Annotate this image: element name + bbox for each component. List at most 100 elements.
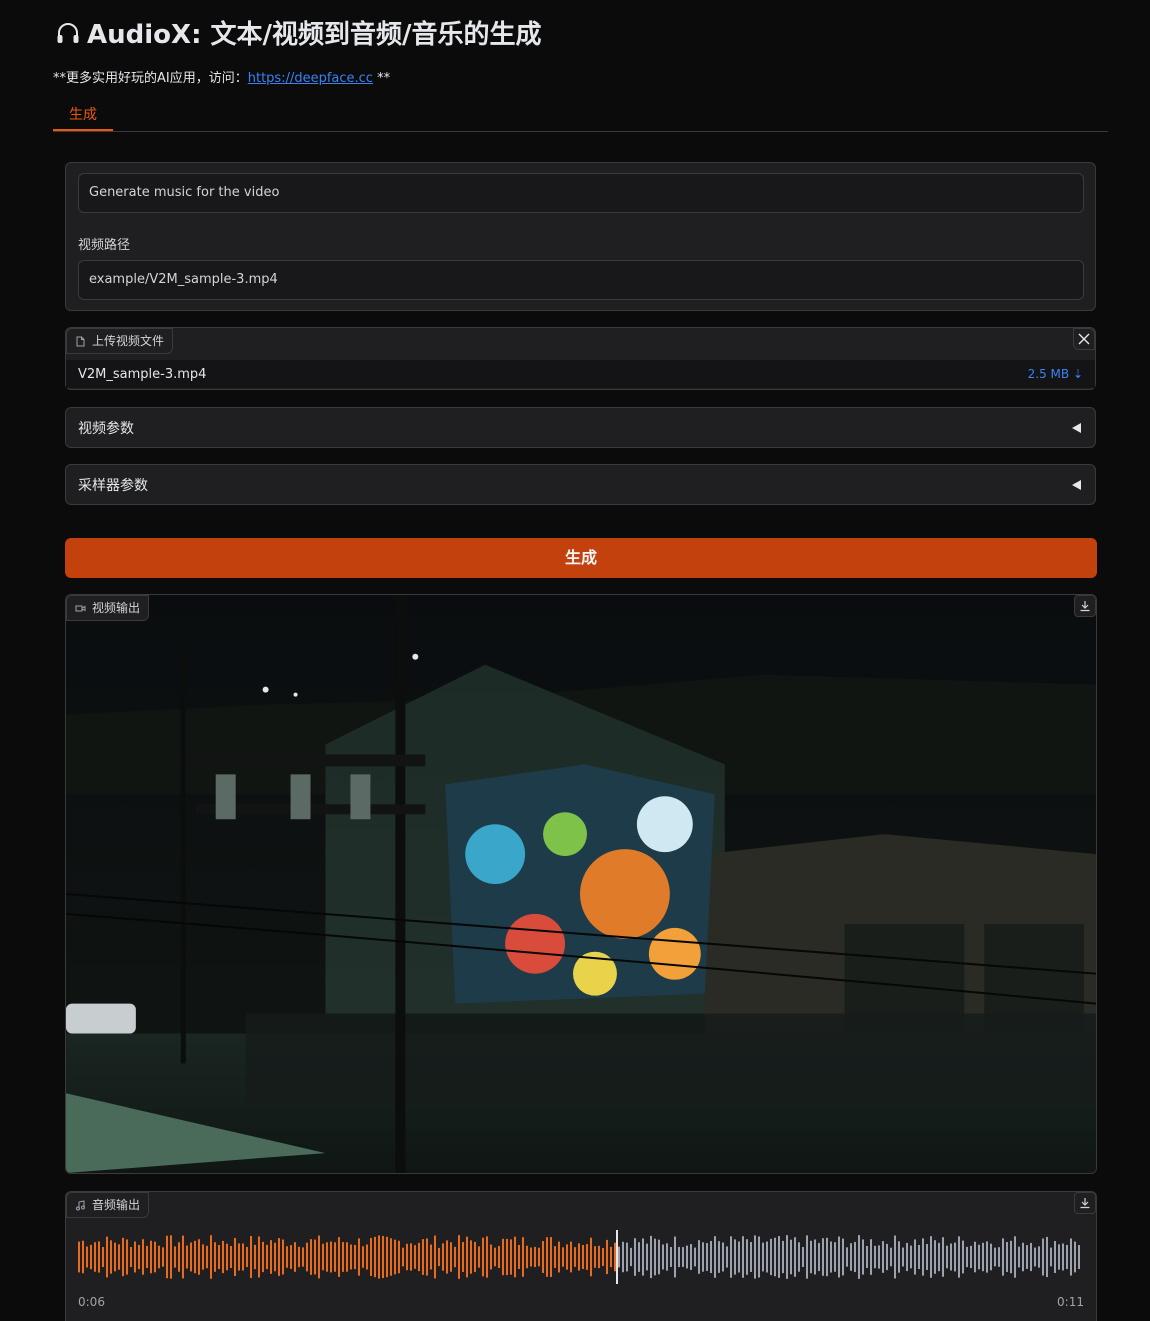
waveform-bar xyxy=(386,1236,388,1278)
waveform-bar xyxy=(886,1243,888,1271)
page-title: AudioX: 文本/视频到音频/音乐的生成 xyxy=(55,14,542,51)
waveform-bar xyxy=(798,1242,800,1272)
waveform-bar xyxy=(226,1243,228,1271)
waveform-bar xyxy=(230,1246,232,1268)
waveform-bar xyxy=(578,1243,580,1271)
waveform-bar xyxy=(822,1238,824,1276)
audio-output-label: 音频输出 xyxy=(92,1198,141,1212)
waveform-bar xyxy=(366,1244,368,1270)
waveform-bar xyxy=(682,1247,684,1267)
audio-download-button[interactable] xyxy=(1074,1192,1096,1214)
waveform-bar xyxy=(918,1244,920,1270)
video-path-label: 视频路径 xyxy=(78,238,131,253)
waveform-bar xyxy=(698,1240,700,1274)
waveform-bar xyxy=(518,1245,520,1269)
waveform-bar xyxy=(1054,1241,1056,1273)
waveform-bar xyxy=(746,1239,748,1275)
waveform-bar xyxy=(250,1235,252,1279)
waveform-bar xyxy=(958,1236,960,1278)
waveform-bar xyxy=(666,1243,668,1271)
clear-upload-button[interactable] xyxy=(1073,328,1095,350)
subtitle-suffix: ** xyxy=(372,71,391,86)
waveform-bar xyxy=(562,1247,564,1267)
prompt-input[interactable]: Generate music for the video xyxy=(78,173,1084,213)
video-path-input[interactable]: example/V2M_sample-3.mp4 xyxy=(78,260,1084,300)
waveform-bar xyxy=(870,1239,872,1275)
waveform-bar xyxy=(186,1245,188,1269)
waveform-bar xyxy=(210,1235,212,1279)
waveform-bar xyxy=(702,1242,704,1272)
waveform-bar xyxy=(966,1246,968,1268)
video-download-button[interactable] xyxy=(1074,595,1096,617)
waveform-bar xyxy=(714,1236,716,1278)
waveform-bar xyxy=(502,1238,504,1276)
waveform-bar xyxy=(878,1245,880,1269)
waveform-bar xyxy=(1062,1243,1064,1271)
upload-label: 上传视频文件 xyxy=(92,334,165,348)
waveform-bar xyxy=(194,1240,196,1274)
download-icon xyxy=(1080,601,1090,612)
music-note-icon xyxy=(76,1199,85,1210)
waveform-bar xyxy=(190,1242,192,1272)
waveform-bar xyxy=(902,1247,904,1267)
waveform-bar xyxy=(658,1239,660,1275)
waveform-bar xyxy=(786,1235,788,1279)
audio-waveform[interactable] xyxy=(78,1230,1084,1284)
waveform-bar xyxy=(882,1241,884,1273)
close-icon xyxy=(1078,333,1090,345)
waveform-bar xyxy=(478,1246,480,1268)
waveform-bar xyxy=(826,1237,828,1277)
deepface-link[interactable]: https://deepface.cc xyxy=(248,71,373,86)
accordion-sampler-params[interactable]: 采样器参数 xyxy=(65,464,1096,505)
waveform-bar xyxy=(538,1247,540,1267)
waveform-bar xyxy=(342,1242,344,1272)
waveform-bar xyxy=(514,1236,516,1278)
waveform-bar xyxy=(510,1239,512,1275)
waveform-bar xyxy=(314,1239,316,1275)
accordion-video-params[interactable]: 视频参数 xyxy=(65,407,1096,448)
waveform-bar xyxy=(346,1242,348,1272)
video-output-label: 视频输出 xyxy=(92,601,141,615)
waveform-bar xyxy=(570,1241,572,1273)
waveform-bar xyxy=(622,1241,624,1273)
waveform-bar xyxy=(102,1246,104,1268)
waveform-bar xyxy=(838,1236,840,1278)
waveform-bar xyxy=(138,1244,140,1270)
waveform-bar xyxy=(146,1245,148,1269)
waveform-bar xyxy=(290,1245,292,1269)
waveform-bar xyxy=(1026,1245,1028,1269)
generate-button[interactable]: 生成 xyxy=(65,538,1097,578)
waveform-bar xyxy=(834,1242,836,1272)
uploaded-file-size[interactable]: 2.5 MB ⇣ xyxy=(1028,367,1083,381)
waveform-bar xyxy=(794,1237,796,1277)
waveform-bar xyxy=(718,1241,720,1273)
tab-generate[interactable]: 生成 xyxy=(53,101,113,131)
accordion-video-params-label: 视频参数 xyxy=(78,420,134,437)
waveform-bar xyxy=(334,1242,336,1272)
waveform-bar xyxy=(174,1246,176,1268)
waveform-bar xyxy=(414,1245,416,1269)
waveform-bar xyxy=(362,1246,364,1268)
waveform-bar xyxy=(842,1238,844,1276)
video-player[interactable] xyxy=(66,595,1096,1173)
waveform-bar xyxy=(338,1237,340,1277)
waveform-bar xyxy=(82,1240,84,1274)
waveform-bar xyxy=(546,1237,548,1277)
waveform-bar xyxy=(974,1241,976,1273)
app-root: AudioX: 文本/视频到音频/音乐的生成 **更多实用好玩的AI应用，访问：… xyxy=(0,0,1150,1321)
audio-output-label-chip: 音频输出 xyxy=(66,1192,150,1218)
waveform-bar xyxy=(530,1247,532,1267)
waveform-bar xyxy=(246,1246,248,1268)
waveform-bar xyxy=(354,1244,356,1270)
waveform-bar xyxy=(238,1243,240,1271)
waveform-bar xyxy=(738,1241,740,1273)
uploaded-file-name: V2M_sample-3.mp4 xyxy=(78,366,207,382)
playhead-cursor[interactable] xyxy=(616,1230,618,1284)
subtitle: **更多实用好玩的AI应用，访问：https://deepface.cc ** xyxy=(53,67,390,86)
waveform-bar xyxy=(782,1240,784,1274)
waveform-bar xyxy=(866,1245,868,1269)
waveform-bar xyxy=(310,1239,312,1275)
waveform-bar xyxy=(110,1240,112,1274)
waveform-bar xyxy=(1006,1242,1008,1272)
waveform-bar xyxy=(442,1243,444,1271)
